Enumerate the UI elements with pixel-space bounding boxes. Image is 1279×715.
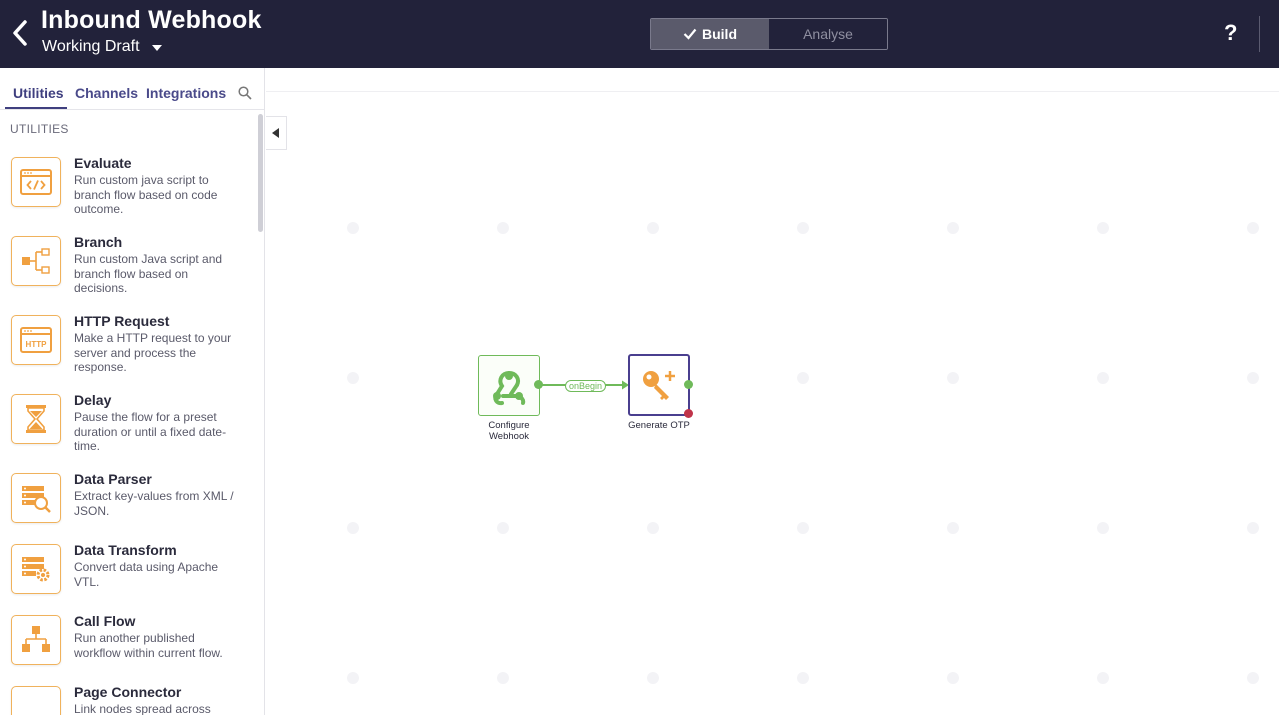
page-connector-icon	[11, 686, 61, 715]
item-description: Extract key-values from XML / JSON.	[74, 489, 234, 518]
node-configure-webhook[interactable]: Configure Webhook	[478, 354, 543, 444]
svg-text:HTTP: HTTP	[26, 340, 48, 349]
webhook-icon	[493, 370, 526, 405]
section-label: UTILITIES	[10, 122, 69, 136]
tab-channels[interactable]: Channels	[75, 85, 138, 101]
analyse-tab[interactable]: Analyse	[769, 19, 887, 49]
output-port[interactable]	[534, 380, 543, 389]
flow-canvas[interactable]: onBegin Configure Webhook Generate OTP	[266, 68, 1279, 715]
item-name: Data Parser	[74, 471, 152, 487]
item-description: Convert data using Apache VTL.	[74, 560, 219, 589]
palette-tabs: Utilities Channels Integrations	[0, 68, 264, 110]
version-label: Working Draft	[42, 38, 140, 55]
app-header: Inbound Webhook Working Draft Build Anal…	[0, 0, 1279, 68]
item-name: Data Transform	[74, 542, 177, 558]
caret-down-icon	[151, 45, 162, 51]
data-transform-icon	[11, 544, 61, 594]
item-name: Branch	[74, 234, 123, 250]
tab-integrations[interactable]: Integrations	[146, 85, 226, 101]
node-box	[478, 355, 540, 416]
version-dropdown[interactable]: Working Draft	[42, 38, 162, 56]
flow-title: Inbound Webhook	[41, 6, 262, 34]
search-icon[interactable]	[238, 86, 252, 100]
error-port[interactable]	[684, 409, 693, 418]
key-plus-icon	[643, 371, 675, 400]
sidebar-scrollbar[interactable]	[258, 114, 263, 232]
hourglass-icon	[11, 394, 61, 444]
help-button[interactable]: ?	[1224, 20, 1237, 46]
analyse-label: Analyse	[803, 26, 853, 42]
edge-connector	[539, 380, 629, 390]
node-label: Configure Webhook	[488, 420, 530, 442]
call-flow-icon	[11, 615, 61, 665]
node-label: Generate OTP	[628, 420, 690, 431]
tab-utilities[interactable]: Utilities	[13, 85, 64, 101]
item-name: HTTP Request	[74, 313, 170, 329]
branch-icon	[11, 236, 61, 286]
code-window-icon	[11, 157, 61, 207]
output-port[interactable]	[684, 380, 693, 389]
data-parser-icon	[11, 473, 61, 523]
item-name: Call Flow	[74, 613, 136, 629]
node-palette: Utilities Channels Integrations UTILITIE…	[0, 68, 265, 715]
build-tab[interactable]: Build	[651, 19, 769, 49]
item-description: Run another published workflow within cu…	[74, 631, 223, 660]
header-divider	[1259, 16, 1260, 52]
active-tab-indicator	[5, 107, 67, 109]
http-window-icon: HTTP	[11, 315, 61, 365]
item-description: Link nodes spread across	[74, 702, 211, 715]
item-description: Pause the flow for a preset duration or …	[74, 410, 227, 453]
item-name: Page Connector	[74, 684, 182, 700]
item-name: Delay	[74, 392, 112, 408]
node-box	[628, 354, 690, 416]
back-arrow-icon[interactable]	[10, 18, 32, 48]
mode-toggle: Build Analyse	[650, 18, 888, 50]
item-description: Run custom Java script and branch flow b…	[74, 252, 223, 295]
edge-label[interactable]: onBegin	[565, 380, 607, 392]
item-description: Make a HTTP request to your server and p…	[74, 331, 232, 374]
checkmark-icon	[683, 28, 697, 40]
item-name: Evaluate	[74, 155, 132, 171]
item-description: Run custom java script to branch flow ba…	[74, 173, 218, 216]
node-generate-otp[interactable]: Generate OTP	[628, 354, 693, 434]
build-label: Build	[702, 26, 737, 42]
